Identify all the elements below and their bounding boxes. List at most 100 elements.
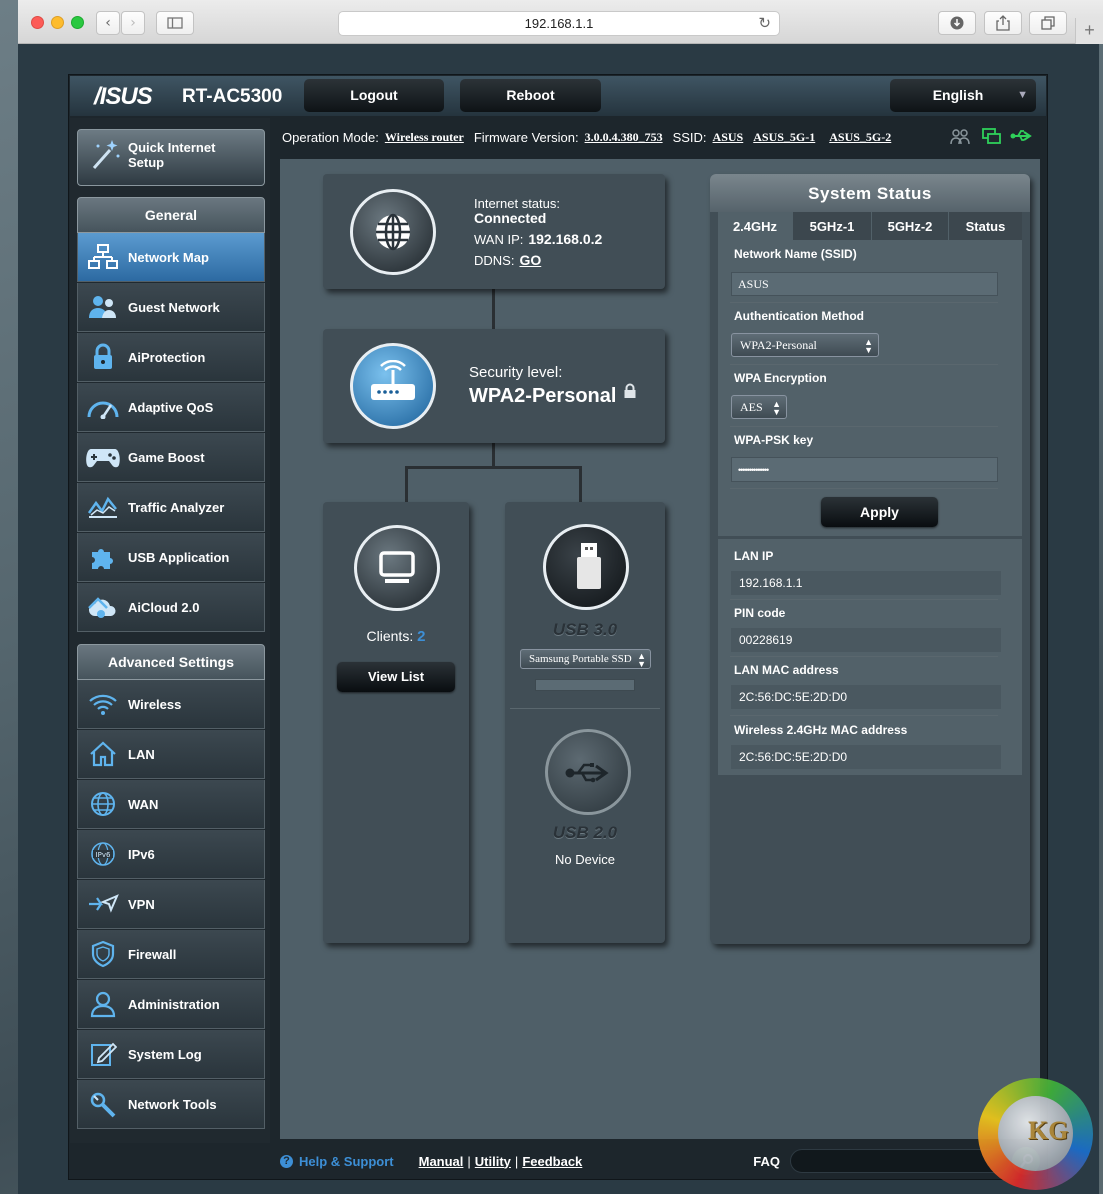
sidebar-item-administration[interactable]: Administration <box>77 980 265 1029</box>
firmware-link[interactable]: 3.0.0.4.380_753 <box>585 130 663 145</box>
clients-status-icon[interactable] <box>950 128 970 146</box>
vpn-icon <box>89 894 119 913</box>
wpa-psk-input[interactable]: •••••••••••••• <box>731 457 998 482</box>
chevron-left-icon: ‹ <box>105 15 111 31</box>
back-button[interactable]: ‹ <box>96 11 120 35</box>
usb-divider <box>510 708 660 709</box>
sidebar-item-guest-network[interactable]: Guest Network <box>77 283 265 332</box>
sidebar-item-system-log[interactable]: System Log <box>77 1030 265 1079</box>
sidebar-item-label: System Log <box>128 1046 202 1062</box>
downloads-button[interactable] <box>938 11 976 35</box>
sidebar-item-wan[interactable]: WAN <box>77 780 265 829</box>
forward-button[interactable]: › <box>121 11 145 35</box>
tab-5ghz-1[interactable]: 5GHz-1 <box>793 212 871 240</box>
sidebar-item-aiprotection[interactable]: AiProtection <box>77 333 265 382</box>
ssid-link-24[interactable]: ASUS <box>713 130 744 145</box>
zoom-window-button[interactable] <box>71 16 84 29</box>
internet-globe-button[interactable] <box>350 189 436 275</box>
sidebar-item-network-tools[interactable]: Network Tools <box>77 1080 265 1129</box>
sidebar-toggle-button[interactable] <box>156 11 194 35</box>
utility-link[interactable]: Utility <box>475 1154 511 1169</box>
usb3-device-select[interactable]: Samsung Portable SSD ▲ ▼ <box>520 649 651 669</box>
shield-icon <box>91 940 115 968</box>
footer-separator: | <box>467 1153 471 1169</box>
footer-separator: | <box>514 1153 519 1169</box>
usb3-device-button[interactable] <box>543 524 629 610</box>
new-tab-button[interactable]: + <box>1075 18 1103 44</box>
url-text: 192.168.1.1 <box>524 16 594 31</box>
sidebar-item-label: WAN <box>128 796 159 812</box>
sidebar-item-label: AiCloud 2.0 <box>128 599 200 615</box>
op-mode-link[interactable]: Wireless router <box>385 130 464 145</box>
usb2-device-button[interactable] <box>545 729 631 815</box>
field-separator <box>730 302 998 303</box>
padlock-icon <box>624 383 636 398</box>
view-list-button[interactable]: View List <box>337 662 455 692</box>
sidebar-item-usb-application[interactable]: USB Application <box>77 533 265 582</box>
sidebar-item-label: Adaptive QoS <box>128 399 214 415</box>
reboot-button[interactable]: Reboot <box>460 79 601 112</box>
wpa-encryption-value: AES <box>740 399 763 414</box>
kg-watermark-logo: KG <box>978 1078 1093 1190</box>
ssid-field-label: Network Name (SSID) <box>734 247 857 261</box>
router-button[interactable] <box>350 343 436 429</box>
address-bar[interactable]: 192.168.1.1 ↻ <box>338 11 780 36</box>
wan-ip-label: WAN IP: <box>474 232 524 247</box>
quick-internet-setup-button[interactable]: Quick Internet Setup <box>77 129 265 186</box>
feedback-link[interactable]: Feedback <box>522 1154 582 1169</box>
ddns-go-link[interactable]: GO <box>519 252 541 268</box>
pin-code-label: PIN code <box>734 606 786 620</box>
share-button[interactable] <box>984 11 1022 35</box>
reload-icon[interactable]: ↻ <box>758 12 771 35</box>
logout-button[interactable]: Logout <box>304 79 444 112</box>
wpa-encryption-select[interactable]: AES ▲ ▼ <box>731 395 787 419</box>
advanced-section-title: Advanced Settings <box>77 644 265 680</box>
faq-search-input[interactable] <box>790 1149 1010 1173</box>
magic-wand-icon <box>92 140 120 169</box>
chart-icon <box>87 496 117 518</box>
usb3-device-name: Samsung Portable SSD <box>529 653 632 665</box>
sidebar-item-ipv6[interactable]: IPv6 IPv6 <box>77 830 265 879</box>
usb-status-icon[interactable] <box>1010 128 1034 144</box>
tab-24ghz[interactable]: 2.4GHz <box>718 212 792 240</box>
manual-link[interactable]: Manual <box>419 1154 464 1169</box>
sidebar-item-traffic-analyzer[interactable]: Traffic Analyzer <box>77 483 265 532</box>
sidebar-item-label: AiProtection <box>128 349 206 365</box>
sidebar-item-label: Administration <box>128 996 220 1012</box>
monitor-status-icon[interactable] <box>982 128 1002 146</box>
usb3-label: USB 3.0 <box>552 620 618 639</box>
tabs-overview-button[interactable] <box>1029 11 1067 35</box>
sidebar-item-vpn[interactable]: VPN <box>77 880 265 929</box>
usb-drive-icon <box>577 543 601 589</box>
sidebar-item-aicloud[interactable]: AiCloud 2.0 <box>77 583 265 632</box>
tools-icon <box>90 1092 116 1118</box>
sidebar-item-lan[interactable]: LAN <box>77 730 265 779</box>
help-support-link[interactable]: Help & Support <box>299 1154 394 1169</box>
connector-line <box>492 443 495 468</box>
minimize-window-button[interactable] <box>51 16 64 29</box>
internet-status-label: Internet status: <box>474 196 560 211</box>
sidebar-item-adaptive-qos[interactable]: Adaptive QoS <box>77 383 265 432</box>
language-select[interactable]: English ▼ <box>890 79 1036 112</box>
tab-5ghz-2[interactable]: 5GHz-2 <box>872 212 948 240</box>
field-separator <box>730 426 998 427</box>
speedometer-icon <box>87 401 119 419</box>
field-separator <box>730 488 998 489</box>
tab-status[interactable]: Status <box>949 212 1022 240</box>
auth-method-select[interactable]: WPA2-Personal ▲ ▼ <box>731 333 879 357</box>
internet-status-value: Connected <box>474 210 547 226</box>
ssid-link-5g2[interactable]: ASUS_5G-2 <box>829 130 891 145</box>
sidebar-item-firewall[interactable]: Firewall <box>77 930 265 979</box>
ssid-input[interactable]: ASUS <box>731 272 998 296</box>
wireless-mac-value: 2C:56:DC:5E:2D:D0 <box>731 745 1001 769</box>
network-map-icon <box>88 244 118 269</box>
user-icon <box>90 991 116 1018</box>
sidebar-item-wireless[interactable]: Wireless <box>77 680 265 729</box>
apply-button[interactable]: Apply <box>821 497 938 527</box>
sidebar-item-game-boost[interactable]: Game Boost <box>77 433 265 482</box>
close-window-button[interactable] <box>31 16 44 29</box>
sidebar-item-network-map[interactable]: Network Map <box>77 233 265 282</box>
help-icon: ? <box>280 1154 293 1168</box>
ssid-link-5g1[interactable]: ASUS_5G-1 <box>753 130 815 145</box>
clients-button[interactable] <box>354 525 440 611</box>
